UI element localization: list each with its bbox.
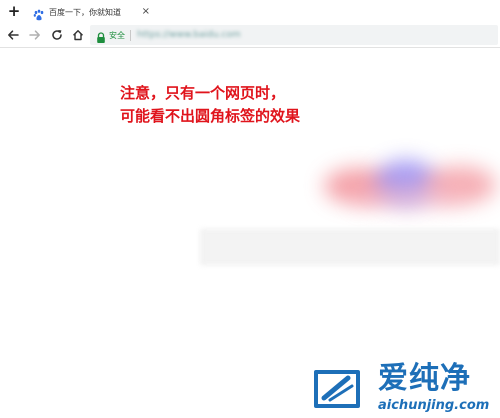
annotation-line-2: 可能看不出圆角标签的效果 [120,107,301,125]
tab-title: 百度一下，你就知道 [49,7,121,17]
arrow-right-icon [29,30,40,40]
watermark-logo-icon [314,370,360,408]
toolbar: 安全 https://www.baidu.com [0,22,500,48]
omnibox[interactable]: 安全 https://www.baidu.com [90,25,498,45]
home-icon [73,30,83,41]
arrow-left-icon [8,30,19,40]
back-button[interactable] [5,27,21,43]
annotation-line-1: 注意，只有一个网页时， [120,84,286,102]
watermark-url: aichunjing.com [378,398,490,413]
tab-strip: + 百度一下，你就知道 × [0,0,500,22]
annotation-note: 注意，只有一个网页时， 可能看不出圆角标签的效果 [120,82,300,128]
watermark: 爱纯净 aichunjing.com [310,360,500,418]
blurred-search-box[interactable] [200,229,500,265]
new-tab-button[interactable]: + [6,2,22,20]
home-button[interactable] [70,27,86,43]
blurred-logo [316,144,500,224]
watermark-title: 爱纯净 [378,361,471,396]
reload-button[interactable] [49,27,65,43]
forward-button[interactable] [27,27,43,43]
lock-icon [96,29,106,43]
url-separator [130,29,131,41]
baidu-paw-icon [33,6,45,21]
close-tab-button[interactable]: × [142,4,150,20]
url-text[interactable]: https://www.baidu.com [137,30,241,40]
secure-label: 安全 [109,30,125,40]
browser-window: + 百度一下，你就知道 × 安全 https://www.baidu.com 注… [0,0,500,418]
reload-icon [52,30,62,40]
tab-baidu[interactable]: 百度一下，你就知道 × [30,2,158,22]
